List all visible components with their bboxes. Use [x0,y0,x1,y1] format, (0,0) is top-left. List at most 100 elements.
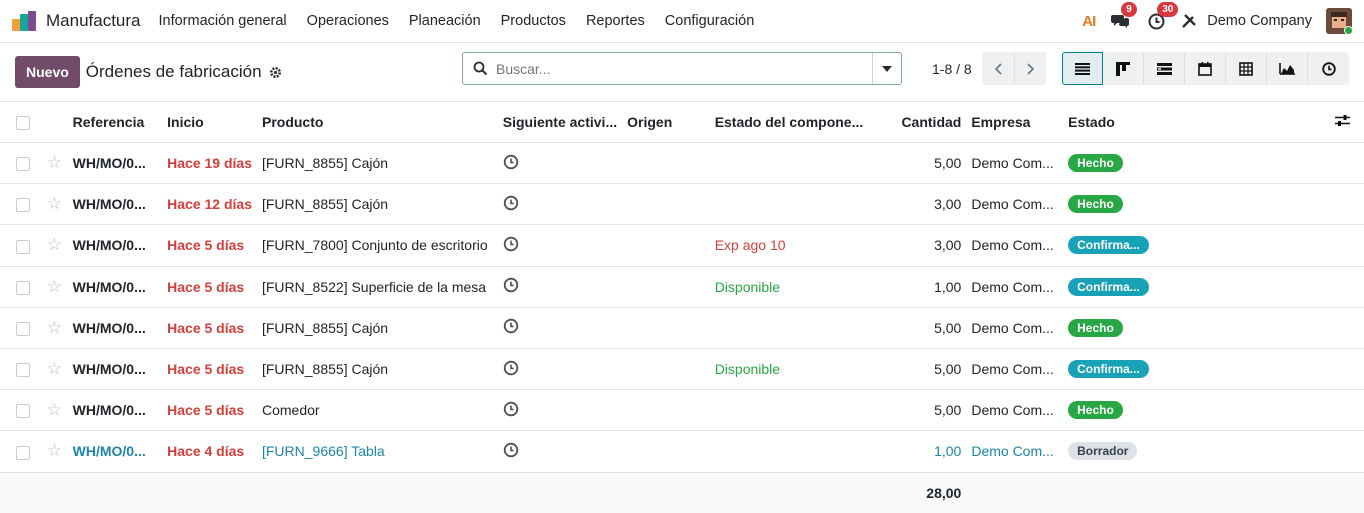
column-state[interactable]: Estado [1063,102,1330,143]
activity-clock-icon[interactable] [503,236,519,255]
row-checkbox[interactable] [16,404,30,419]
table-row[interactable]: ☆ WH/MO/0... Hace 12 días [FURN_8855] Cajón… [0,184,1364,225]
column-start[interactable]: Inicio [162,102,257,143]
star-icon[interactable]: ☆ [47,277,62,296]
column-next-activity[interactable]: Siguiente activi... [498,102,622,143]
gear-icon[interactable] [269,66,282,79]
pager-next-button[interactable] [1014,52,1046,85]
select-all-checkbox-cell[interactable] [0,102,42,143]
activity-view-button[interactable] [1308,52,1349,85]
cell-next-activity[interactable] [498,390,622,431]
cell-next-activity[interactable] [498,266,622,307]
table-row[interactable]: ☆ WH/MO/0... Hace 5 días [FURN_8855] Cajón 5… [0,307,1364,349]
favorite-star-cell[interactable]: ☆ [42,266,68,307]
cell-reference[interactable]: WH/MO/0... [68,431,162,472]
row-checkbox-cell[interactable] [0,390,42,431]
table-row[interactable]: ☆ WH/MO/0... Hace 5 días [FURN_7800] Conjun… [0,225,1364,267]
table-row[interactable]: ☆ WH/MO/0... Hace 5 días Comedor 5,00 Demo Co… [0,390,1364,431]
menu-item-overview[interactable]: Información general [159,13,287,29]
row-checkbox[interactable] [16,321,30,336]
pager-previous-button[interactable] [982,52,1014,85]
menu-item-planning[interactable]: Planeación [409,13,481,29]
column-component-status[interactable]: Estado del compone... [710,102,897,143]
activity-clock-icon[interactable] [503,360,519,379]
cell-product[interactable]: [FURN_8855] Cajón [257,143,498,184]
cell-reference[interactable]: WH/MO/0... [68,225,162,266]
cell-product[interactable]: [FURN_9666] Tabla [257,431,498,472]
app-logo[interactable]: Manufactura [12,11,141,31]
table-row[interactable]: ☆ WH/MO/0... Hace 4 días [FURN_9666] Tabla 1… [0,431,1364,472]
graph-view-button[interactable] [1267,52,1308,85]
cell-product[interactable]: [FURN_8522] Superficie de la mesa [257,266,498,307]
company-switcher[interactable]: Demo Company [1181,13,1312,29]
column-quantity[interactable]: Cantidad [896,102,966,143]
activity-clock-icon[interactable] [503,195,519,214]
star-icon[interactable]: ☆ [47,359,62,378]
search-input[interactable] [488,60,872,77]
activity-clock-icon[interactable] [503,154,519,173]
cell-product[interactable]: [FURN_7800] Conjunto de escritorio [257,225,498,266]
table-row[interactable]: ☆ WH/MO/0... Hace 5 días [FURN_8522] Superf… [0,266,1364,308]
cell-next-activity[interactable] [498,143,622,184]
favorite-star-cell[interactable]: ☆ [42,390,68,431]
row-checkbox-cell[interactable] [0,307,42,348]
ai-icon[interactable]: AI [1082,13,1096,30]
favorite-star-cell[interactable]: ☆ [42,348,68,389]
row-checkbox-cell[interactable] [0,348,42,389]
column-origin[interactable]: Origen [622,102,710,143]
row-checkbox-cell[interactable] [0,184,42,225]
cell-next-activity[interactable] [498,431,622,472]
activity-clock-icon[interactable] [503,401,519,420]
favorite-star-cell[interactable]: ☆ [42,143,68,184]
cell-next-activity[interactable] [498,225,622,266]
list-view-button[interactable] [1062,52,1103,85]
activity-clock-icon[interactable] [503,318,519,337]
star-icon[interactable]: ☆ [47,400,62,419]
cell-next-activity[interactable] [498,184,622,225]
star-icon[interactable]: ☆ [47,153,62,172]
cell-next-activity[interactable] [498,307,622,348]
pivot-view-button[interactable] [1226,52,1267,85]
star-icon[interactable]: ☆ [47,235,62,254]
row-checkbox[interactable] [16,239,30,254]
messages-button[interactable]: 9 [1109,2,1137,32]
row-checkbox[interactable] [16,157,30,172]
table-row[interactable]: ☆ WH/MO/0... Hace 5 días [FURN_8855] Cajón D… [0,348,1364,390]
cell-reference[interactable]: WH/MO/0... [68,143,162,184]
menu-item-products[interactable]: Productos [501,13,566,29]
cell-reference[interactable]: WH/MO/0... [68,348,162,389]
kanban-view-button[interactable] [1103,52,1144,85]
cell-next-activity[interactable] [498,348,622,389]
favorite-star-cell[interactable]: ☆ [42,225,68,266]
new-button[interactable]: Nuevo [15,56,80,88]
row-checkbox[interactable] [16,445,30,460]
table-row[interactable]: ☆ WH/MO/0... Hace 19 días [FURN_8855] Cajón… [0,143,1364,184]
cell-reference[interactable]: WH/MO/0... [68,266,162,307]
menu-item-configuration[interactable]: Configuración [665,13,754,29]
workorder-view-button[interactable] [1144,52,1185,85]
row-checkbox[interactable] [16,198,30,213]
star-icon[interactable]: ☆ [47,194,62,213]
menu-item-operations[interactable]: Operaciones [307,13,389,29]
select-all-checkbox[interactable] [16,116,30,131]
activity-clock-icon[interactable] [503,442,519,461]
favorite-star-cell[interactable]: ☆ [42,307,68,348]
pager-value[interactable]: 1-8 / 8 [932,61,972,77]
user-avatar[interactable] [1326,8,1352,34]
cell-product[interactable]: [FURN_8855] Cajón [257,307,498,348]
activity-clock-icon[interactable] [503,277,519,296]
star-icon[interactable]: ☆ [47,441,62,460]
cell-reference[interactable]: WH/MO/0... [68,184,162,225]
column-reference[interactable]: Referencia [68,102,162,143]
column-product[interactable]: Producto [257,102,498,143]
row-checkbox-cell[interactable] [0,143,42,184]
cell-product[interactable]: Comedor [257,390,498,431]
activities-button[interactable]: 30 [1145,2,1179,32]
row-checkbox-cell[interactable] [0,431,42,472]
row-checkbox[interactable] [16,280,30,295]
cell-product[interactable]: [FURN_8855] Cajón [257,184,498,225]
optional-columns-toggle[interactable] [1330,102,1364,143]
column-company[interactable]: Empresa [966,102,1063,143]
row-checkbox-cell[interactable] [0,225,42,266]
search-options-toggle[interactable] [872,53,901,84]
